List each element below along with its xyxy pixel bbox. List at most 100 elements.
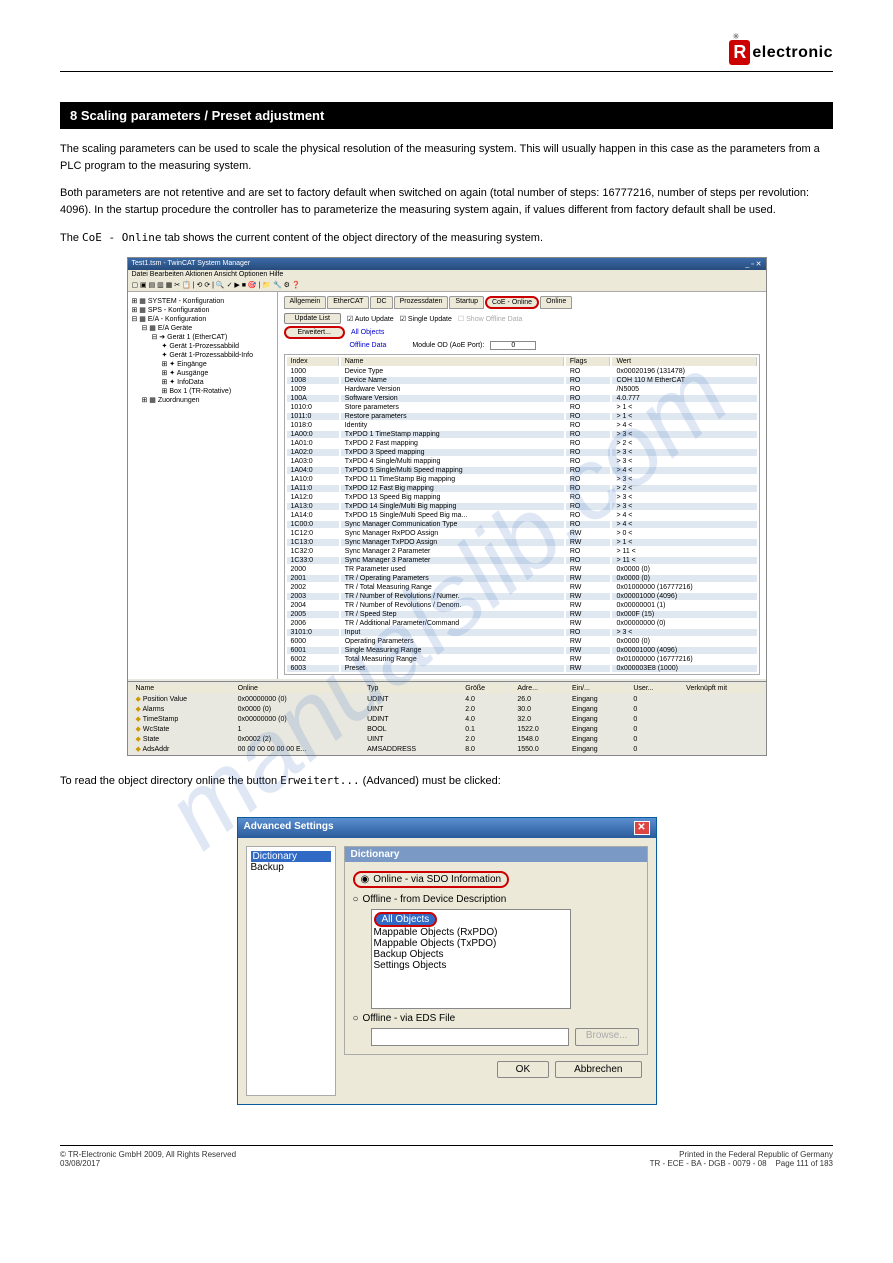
table-row[interactable]: 1A13:0TxPDO 14 Single/Multi Big mappingR… <box>287 503 757 510</box>
table-row[interactable]: 6000Operating ParametersRW0x0000 (0) <box>287 638 757 645</box>
table-row[interactable]: 1C12:0Sync Manager RxPDO AssignRW> 0 < <box>287 530 757 537</box>
table-row[interactable]: 3101:0InputRO> 3 < <box>287 629 757 636</box>
dialog-tree[interactable]: Dictionary Backup <box>246 846 336 1096</box>
tab-startup[interactable]: Startup <box>449 296 484 309</box>
table-row[interactable]: 1A01:0TxPDO 2 Fast mappingRO> 2 < <box>287 440 757 447</box>
table-row[interactable]: 2002TR / Total Measuring RangeRW0x010000… <box>287 584 757 591</box>
table-row[interactable]: 2004TR / Number of Revolutions / Denom.R… <box>287 602 757 609</box>
table-row[interactable]: 1000Device TypeRO0x00020196 (131478) <box>287 368 757 375</box>
list-txpdo[interactable]: Mappable Objects (TxPDO) <box>374 938 568 949</box>
nav-tree[interactable]: ⊞ ▦ SYSTEM - Konfiguration ⊞ ▦ SPS - Kon… <box>128 292 278 679</box>
table-row[interactable]: 1A10:0TxPDO 11 TimeStamp Big mappingRO> … <box>287 476 757 483</box>
table-row[interactable]: 2003TR / Number of Revolutions / Numer.R… <box>287 593 757 600</box>
cancel-button[interactable]: Abbrechen <box>555 1061 641 1078</box>
table-row[interactable]: 1C33:0Sync Manager 3 ParameterRO> 11 < <box>287 557 757 564</box>
tree-aus[interactable]: ⊞ ✦ Ausgänge <box>132 368 273 377</box>
table-row[interactable]: 1A04:0TxPDO 5 Single/Multi Speed mapping… <box>287 467 757 474</box>
paragraph-1: The scaling parameters can be used to sc… <box>60 141 833 175</box>
section-heading: 8 Scaling parameters / Preset adjustment <box>60 102 833 129</box>
tree-system[interactable]: ⊞ ▦ SYSTEM - Konfiguration <box>132 296 273 305</box>
tree-ea-ger[interactable]: ⊟ ▦ E/A Geräte <box>132 323 273 332</box>
dialog-group-title: Dictionary <box>345 847 647 862</box>
variable-table[interactable]: NameOnlineTypGrößeAdre...Ein/...User...V… <box>128 681 766 755</box>
table-row[interactable]: 1008Device NameROCOH 110 M EtherCAT <box>287 377 757 384</box>
ok-button[interactable]: OK <box>497 1061 549 1078</box>
tab-online[interactable]: Online <box>540 296 572 309</box>
module-od-field[interactable]: 0 <box>490 341 536 350</box>
dialog-tree-backup[interactable]: Backup <box>251 862 331 873</box>
table-row[interactable]: 6002Total Measuring RangeRW0x01000000 (1… <box>287 656 757 663</box>
page-footer: © TR-Electronic GmbH 2009, All Rights Re… <box>60 1145 833 1168</box>
eds-file-input[interactable] <box>371 1028 569 1046</box>
browse-button: Browse... <box>575 1028 639 1046</box>
table-row[interactable]: 1A14:0TxPDO 15 Single/Multi Speed Big ma… <box>287 512 757 519</box>
dialog-titlebar: Advanced Settings ✕ <box>238 818 656 838</box>
table-row[interactable]: 100ASoftware VersionRO4.0.777 <box>287 395 757 402</box>
table-row[interactable]: 1C13:0Sync Manager TxPDO AssignRW> 1 < <box>287 539 757 546</box>
tree-proz[interactable]: ✦ Gerät 1-Prozessabbild <box>132 341 273 350</box>
window-titlebar: Test1.tsm - TwinCAT System Manager_ ▫ ✕ <box>128 258 766 270</box>
table-row[interactable]: 1011:0Restore parametersRO> 1 < <box>287 413 757 420</box>
radio-offline-desc[interactable]: ○ Offline - from Device Description <box>353 894 639 905</box>
dialog-tree-dictionary[interactable]: Dictionary <box>251 851 331 862</box>
table-row[interactable]: 1A03:0TxPDO 4 Single/Multi mappingRO> 3 … <box>287 458 757 465</box>
object-filter-list[interactable]: All Objects Mappable Objects (RxPDO) Map… <box>371 909 571 1009</box>
table-row[interactable]: 1018:0IdentityRO> 4 < <box>287 422 757 429</box>
tab-proz[interactable]: Prozessdaten <box>394 296 449 309</box>
table-row[interactable]: 1A00:0TxPDO 1 TimeStamp mappingRO> 3 < <box>287 431 757 438</box>
table-row[interactable]: 1009Hardware VersionRO/N5005 <box>287 386 757 393</box>
tree-ea[interactable]: ⊟ ▦ E/A - Konfiguration <box>132 314 273 323</box>
table-row[interactable]: 1010:0Store parametersRO> 1 < <box>287 404 757 411</box>
tree-info[interactable]: ⊞ ✦ InfoData <box>132 377 273 386</box>
menu-bar[interactable]: Datei Bearbeiten Aktionen Ansicht Option… <box>128 270 766 279</box>
tree-zuord[interactable]: ⊞ ▦ Zuordnungen <box>132 395 273 404</box>
table-row[interactable]: ◆ Alarms0x0000 (0)UINT2.030.0Eingang0 <box>130 705 764 713</box>
offline-data-link[interactable]: Offline Data <box>350 342 387 349</box>
screenshot-dialog: Advanced Settings ✕ Dictionary Backup Di… <box>237 817 657 1105</box>
screenshot-twincat: Test1.tsm - TwinCAT System Manager_ ▫ ✕ … <box>127 257 767 756</box>
list-settings[interactable]: Settings Objects <box>374 960 568 971</box>
all-objects-link[interactable]: All Objects <box>351 329 384 336</box>
radio-offline-eds[interactable]: ○ Offline - via EDS File <box>353 1013 639 1024</box>
table-row[interactable]: ◆ TimeStamp0x00000000 (0)UDINT4.032.0Ein… <box>130 715 764 723</box>
table-row[interactable]: 1A12:0TxPDO 13 Speed Big mappingRO> 3 < <box>287 494 757 501</box>
table-row[interactable]: ◆ AdsAddr00 00 00 00 00 00 E...AMSADDRES… <box>130 745 764 753</box>
tab-coe-online[interactable]: CoE - Online <box>485 296 539 309</box>
tab-allgemein[interactable]: Allgemein <box>284 296 327 309</box>
tree-proz-info[interactable]: ✦ Gerät 1-Prozessabbild-Info <box>132 350 273 359</box>
tree-sps[interactable]: ⊞ ▦ SPS - Konfiguration <box>132 305 273 314</box>
auto-update-checkbox[interactable]: ☑ Auto Update <box>347 315 394 323</box>
header-rule <box>60 71 833 72</box>
show-offline-checkbox: ☐ Show Offline Data <box>458 315 523 323</box>
single-update-checkbox[interactable]: ☑ Single Update <box>400 315 452 323</box>
list-backup[interactable]: Backup Objects <box>374 949 568 960</box>
erweitert-button[interactable]: Erweitert... <box>284 326 345 339</box>
list-all-objects[interactable]: All Objects <box>374 912 438 927</box>
table-row[interactable]: 1C32:0Sync Manager 2 ParameterRO> 11 < <box>287 548 757 555</box>
tab-dc[interactable]: DC <box>370 296 392 309</box>
list-rxpdo[interactable]: Mappable Objects (RxPDO) <box>374 927 568 938</box>
table-row[interactable]: 6001Single Measuring RangeRW0x00001000 (… <box>287 647 757 654</box>
tab-bar[interactable]: Allgemein EtherCAT DC Prozessdaten Start… <box>284 296 760 309</box>
radio-online-sdo[interactable]: ◉ Online - via SDO Information <box>353 871 510 888</box>
caption-text: To read the object directory online the … <box>60 774 833 787</box>
table-row[interactable]: 2006TR / Additional Parameter/CommandRW0… <box>287 620 757 627</box>
table-row[interactable]: 2001TR / Operating ParametersRW0x0000 (0… <box>287 575 757 582</box>
toolbar[interactable]: ▢ ▣ ▤ ▥ ▦ ✂ 📋 | ⟲ ⟳ | 🔍 ✓ ▶ ■ 🎯 | 📁 🔧 ⚙ … <box>128 279 766 292</box>
table-row[interactable]: 1A11:0TxPDO 12 Fast Big mappingRO> 2 < <box>287 485 757 492</box>
tree-ger1[interactable]: ⊟ ➜ Gerät 1 (EtherCAT) <box>132 332 273 341</box>
object-table[interactable]: IndexNameFlagsWert 1000Device TypeRO0x00… <box>284 354 760 675</box>
table-row[interactable]: 2005TR / Speed StepRW0x000F (15) <box>287 611 757 618</box>
table-row[interactable]: 1A02:0TxPDO 3 Speed mappingRO> 3 < <box>287 449 757 456</box>
table-row[interactable]: 1C00:0Sync Manager Communication TypeRO>… <box>287 521 757 528</box>
table-row[interactable]: 2000TR Parameter usedRW0x0000 (0) <box>287 566 757 573</box>
table-row[interactable]: ◆ State0x0002 (2)UINT2.01548.0Eingang0 <box>130 735 764 743</box>
tab-ethercat[interactable]: EtherCAT <box>327 296 369 309</box>
tree-box1[interactable]: ⊞ Box 1 (TR-Rotative) <box>132 386 273 395</box>
table-row[interactable]: ◆ WcState1BOOL0.11522.0Eingang0 <box>130 725 764 733</box>
close-icon[interactable]: ✕ <box>634 821 650 835</box>
table-row[interactable]: 6003PresetRW0x000003E8 (1000) <box>287 665 757 672</box>
tree-ein[interactable]: ⊞ ✦ Eingänge <box>132 359 273 368</box>
table-row[interactable]: ◆ Position Value0x00000000 (0)UDINT4.026… <box>130 695 764 703</box>
update-list-button[interactable]: Update List <box>284 313 341 324</box>
